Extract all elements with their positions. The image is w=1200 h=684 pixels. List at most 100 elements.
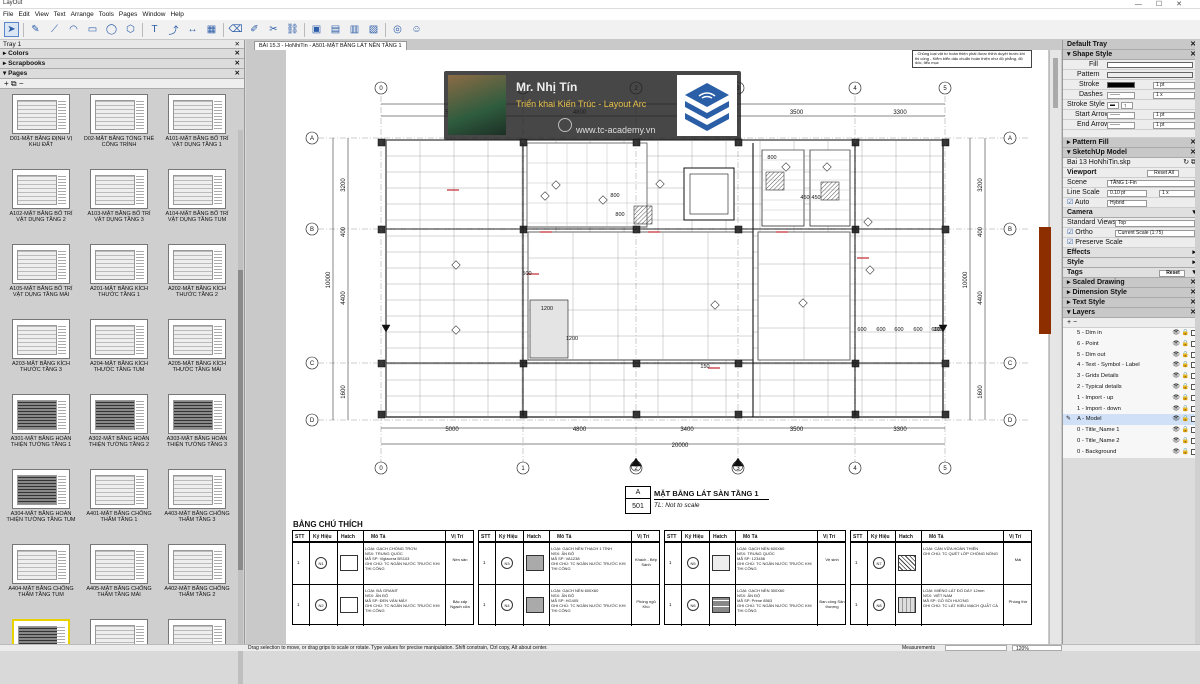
lock-icon[interactable]: 🔒 <box>1182 447 1189 458</box>
select-tool-icon[interactable]: ➤ <box>4 22 19 37</box>
page-thumbnail[interactable]: A104-MẶT BẰNG BỐ TRÍ VẬT DỤNG TẦNG TUM <box>158 163 236 238</box>
close-icon[interactable]: ✕ <box>235 49 240 59</box>
style-tool-icon[interactable]: ✐ <box>247 22 262 37</box>
page-thumbnail[interactable]: A404-MẶT BẰNG CHỐNG THẤM TẦNG TUM <box>2 538 80 613</box>
reset-all-button[interactable]: Reset All <box>1147 169 1179 177</box>
zoom-select[interactable]: 120% <box>1012 645 1062 652</box>
start-arrow-select[interactable]: —— <box>1107 111 1135 119</box>
menu-file[interactable]: File <box>3 11 13 18</box>
visibility-icon[interactable]: 👁 <box>1172 360 1180 371</box>
colors-section[interactable]: ▸ Colors ✕ <box>0 49 244 59</box>
layer-row[interactable]: 0 - Title_Name 1 👁 🔒 <box>1063 425 1200 436</box>
ortho-scale-select[interactable]: Current Scale (1:75) <box>1115 229 1195 237</box>
end-arrow-size[interactable]: 1 pt <box>1153 121 1195 129</box>
visibility-icon[interactable]: 👁 <box>1172 371 1180 382</box>
layer-row[interactable]: 1 - Import - down 👁 🔒 <box>1063 403 1200 415</box>
start-arrow-size[interactable]: 1 pt <box>1153 111 1195 119</box>
rectangle-tool-icon[interactable]: ▭ <box>85 22 100 37</box>
close-icon[interactable]: ✕ <box>235 69 240 79</box>
layer-row[interactable]: 5 - Dim in 👁 🔒 <box>1063 328 1200 339</box>
page-thumbnail[interactable]: A201-MẶT BẰNG KÍCH THƯỚC TẦNG 1 <box>80 238 158 313</box>
tags-header[interactable]: TagsReset▾ <box>1063 268 1200 278</box>
document-tab[interactable]: BÀI 15.3 - HoNhiTin - A501-MẶT BẰNG LÁT … <box>254 41 407 50</box>
style-header[interactable]: Style▸ <box>1063 258 1200 268</box>
join-tool-icon[interactable]: ⛓ <box>285 22 300 37</box>
effects-header[interactable]: Effects▸ <box>1063 248 1200 258</box>
lock-icon[interactable]: 🔒 <box>1182 404 1189 415</box>
document-icon[interactable]: ▤ <box>328 22 343 37</box>
right-tray-scrollbar[interactable] <box>1195 40 1200 644</box>
visibility-icon[interactable]: 👁 <box>1172 404 1180 415</box>
text-tool-icon[interactable]: T <box>147 22 162 37</box>
polygon-tool-icon[interactable]: ⬡ <box>123 22 138 37</box>
scaled-drawing-header[interactable]: ▸ Scaled Drawing ✕ <box>1063 278 1200 288</box>
line-tool-icon[interactable]: ⟋ <box>47 22 62 37</box>
menu-text[interactable]: Text <box>54 11 66 18</box>
tags-reset-button[interactable]: Reset <box>1159 269 1185 277</box>
page-thumbnail[interactable]: D01-MẶT BẰNG ĐỊNH VỊ KHU ĐẤT <box>2 88 80 163</box>
lock-icon[interactable]: 🔒 <box>1182 371 1189 382</box>
add-page-icon[interactable]: ▥ <box>347 22 362 37</box>
duplicate-page-icon[interactable]: ⧉ <box>11 79 17 88</box>
user-icon[interactable]: ☺ <box>409 22 424 37</box>
dimension-style-header[interactable]: ▸ Dimension Style ✕ <box>1063 288 1200 298</box>
window-controls[interactable]: —☐✕ <box>1135 0 1196 8</box>
lock-icon[interactable]: 🔒 <box>1182 393 1189 404</box>
measurements-input[interactable] <box>945 645 1007 651</box>
stroke-width-select[interactable]: 1 pt <box>1153 81 1195 89</box>
visibility-icon[interactable]: 👁 <box>1172 328 1180 339</box>
standard-views-select[interactable]: Top <box>1115 219 1195 227</box>
page-thumbnail[interactable]: A301-MẶT BẰNG HOÀN THIỆN TƯỜNG TẦNG 1 <box>2 388 80 463</box>
eraser-tool-icon[interactable]: ⌫ <box>228 22 243 37</box>
ortho-checkbox[interactable]: ☑ <box>1067 229 1073 236</box>
cap-select[interactable]: ▬ <box>1107 101 1119 109</box>
layer-row[interactable]: 4 - Text - Symbol - Label 👁 🔒 <box>1063 360 1200 372</box>
preserve-scale-checkbox[interactable]: ☑ <box>1067 239 1073 246</box>
add-page-icon[interactable]: + <box>4 79 9 88</box>
lock-icon[interactable]: 🔒 <box>1182 425 1189 436</box>
lock-icon[interactable]: 🔒 <box>1182 360 1189 371</box>
screen-icon[interactable]: ▣ <box>309 22 324 37</box>
page-thumbnail[interactable]: A101-MẶT BẰNG BỐ TRÍ VẬT DỤNG TẦNG 1 <box>158 88 236 163</box>
lock-icon[interactable]: 🔒 <box>1182 382 1189 393</box>
lock-icon[interactable]: 🔒 <box>1182 414 1189 425</box>
layer-row[interactable]: 5 - Dim out 👁 🔒 <box>1063 349 1200 361</box>
page-thumbnail[interactable]: A204-MẶT BẰNG KÍCH THƯỚC TẦNG TUM <box>80 313 158 388</box>
split-tool-icon[interactable]: ✂ <box>266 22 281 37</box>
layers-header[interactable]: ▾ Layers ✕ <box>1063 308 1200 318</box>
page-thumbnail[interactable]: A302-MẶT BẰNG HOÀN THIỆN TƯỜNG TẦNG 2 <box>80 388 158 463</box>
visibility-icon[interactable]: 👁 <box>1172 414 1180 425</box>
menu-help[interactable]: Help <box>170 11 183 18</box>
end-arrow-select[interactable]: —— <box>1107 121 1135 129</box>
visibility-icon[interactable]: 👁 <box>1172 436 1180 447</box>
visibility-icon[interactable]: 👁 <box>1172 393 1180 404</box>
sketchup-model-header[interactable]: ▾ SketchUp Model ✕ <box>1063 148 1200 158</box>
page-thumbnail[interactable]: A502-MẶT BẰNG LÁT SÀN TẦNG 2 <box>80 613 158 644</box>
visibility-icon[interactable]: 👁 <box>1172 382 1180 393</box>
menu-tools[interactable]: Tools <box>99 11 114 18</box>
duplicate-page-icon[interactable]: ▧ <box>366 22 381 37</box>
page-thumbnail[interactable]: A401-MẶT BẰNG CHỐNG THẤM TẦNG 1 <box>80 463 158 538</box>
page-thumbnail[interactable]: A105-MẶT BẰNG BỐ TRÍ VẬT DỤNG TẦNG MÁI <box>2 238 80 313</box>
text-style-header[interactable]: ▸ Text Style ✕ <box>1063 298 1200 308</box>
remove-page-icon[interactable]: − <box>19 79 24 88</box>
close-icon[interactable]: ✕ <box>235 40 240 49</box>
scrapbooks-section[interactable]: ▸ Scrapbooks ✕ <box>0 59 244 69</box>
page-thumbnail[interactable]: A202-MẶT BẰNG KÍCH THƯỚC TẦNG 2 <box>158 238 236 313</box>
camera-icon[interactable]: ◎ <box>390 22 405 37</box>
layer-row[interactable]: 3 - Grids Details 👁 🔒 <box>1063 371 1200 382</box>
close-icon[interactable]: ✕ <box>235 59 240 69</box>
pen-tool-icon[interactable]: ✎ <box>28 22 43 37</box>
label-tool-icon[interactable]: ⤴ <box>166 22 181 37</box>
page-thumbnail[interactable]: A103-MẶT BẰNG BỐ TRÍ VẬT DỤNG TẦNG 3 <box>80 163 158 238</box>
join-select[interactable]: ┐ <box>1121 101 1133 109</box>
layer-row[interactable]: 1 - Import - up 👁 🔒 <box>1063 392 1200 404</box>
dash-select[interactable]: —— <box>1107 91 1135 99</box>
menu-window[interactable]: Window <box>142 11 165 18</box>
camera-header[interactable]: Camera▾ <box>1063 208 1200 218</box>
page-thumbnail[interactable]: D02-MẶT BẰNG TỔNG THỂ CÔNG TRÌNH <box>80 88 158 163</box>
lock-icon[interactable]: 🔒 <box>1182 350 1189 361</box>
page-thumbnail[interactable]: A303-MẶT BẰNG HOÀN THIỆN TƯỜNG TẦNG 3 <box>158 388 236 463</box>
page-thumbnail[interactable]: A403-MẶT BẰNG CHỐNG THẤM TẦNG 3 <box>158 463 236 538</box>
visibility-icon[interactable]: 👁 <box>1172 425 1180 436</box>
